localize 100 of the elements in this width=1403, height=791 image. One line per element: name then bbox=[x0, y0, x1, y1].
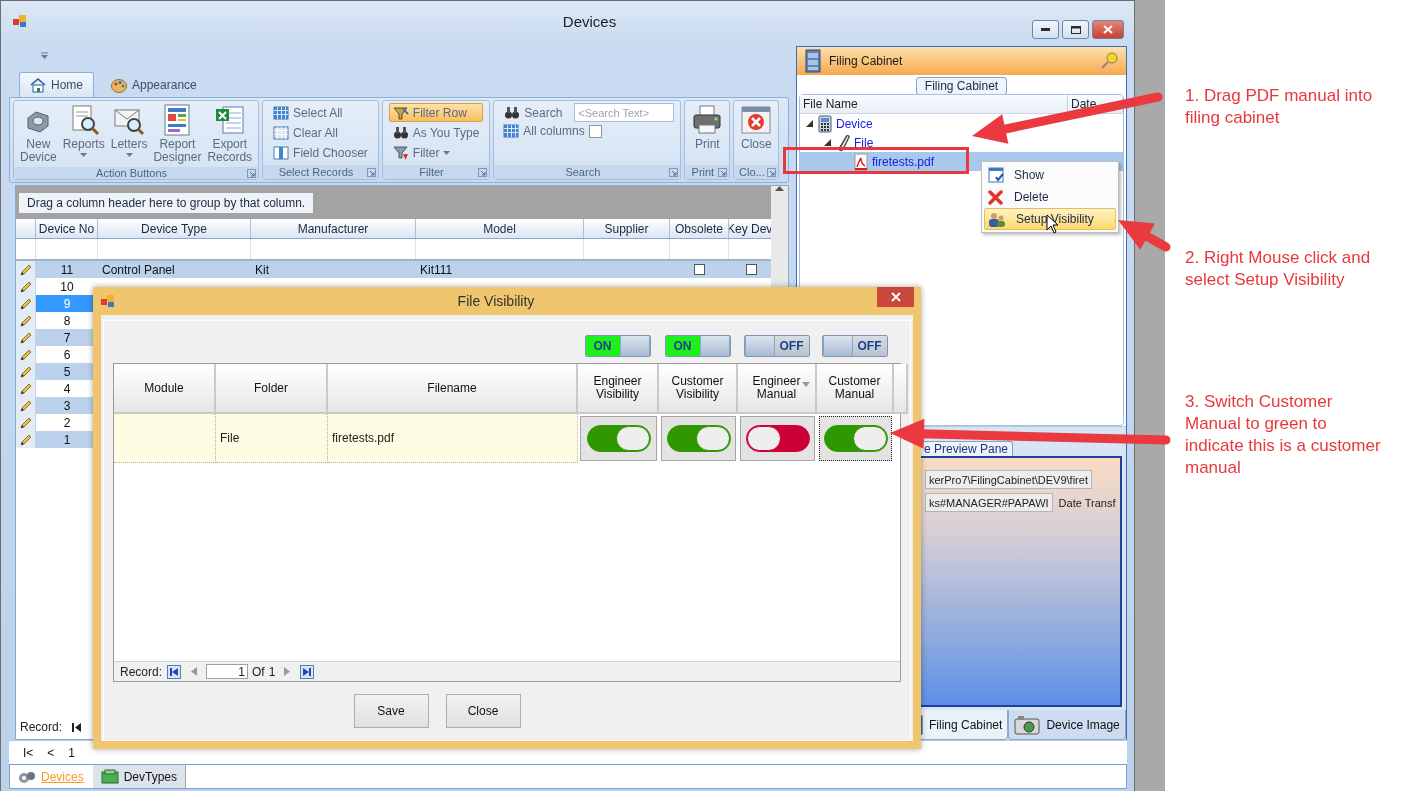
record-field[interactable]: 1 bbox=[206, 664, 249, 679]
annotation-text: 2. Right Mouse click and select Setup Visibility bbox=[1185, 247, 1372, 291]
ribbon-button[interactable]: Select All bbox=[269, 103, 372, 122]
checkbox[interactable] bbox=[588, 124, 602, 138]
column-header[interactable]: Model bbox=[416, 219, 584, 239]
camera-icon bbox=[1014, 714, 1041, 735]
previous-button[interactable]: < bbox=[47, 745, 55, 760]
last-record-button[interactable] bbox=[299, 663, 316, 680]
annotation-text: 3. Switch Customer Manual to green to indicate this is a customer manual bbox=[1185, 391, 1382, 479]
page-number[interactable]: 1 bbox=[68, 745, 76, 760]
table-cell: Control Panel bbox=[102, 262, 175, 277]
search-field[interactable]: <Search Text> bbox=[574, 103, 675, 122]
column-header[interactable]: Customer Manual bbox=[817, 364, 894, 414]
path-field[interactable]: kerPro7\FilingCabinet\DEV9\firet bbox=[925, 470, 1092, 489]
arrow bbox=[1118, 220, 1171, 252]
tree-item[interactable]: File bbox=[854, 135, 874, 150]
table-header-cell bbox=[16, 219, 36, 239]
group-title: Print bbox=[690, 166, 716, 178]
grid-icon bbox=[503, 123, 520, 139]
document-tab[interactable]: DevTypes bbox=[92, 765, 187, 788]
column-header[interactable]: Supplier bbox=[584, 219, 670, 239]
column-header[interactable]: Folder bbox=[216, 364, 328, 414]
toggle-switch[interactable]: OFF bbox=[821, 335, 888, 357]
table-row[interactable]: 11 Control Panel Kit Kit111 bbox=[16, 261, 771, 278]
close-button[interactable] bbox=[877, 287, 914, 307]
tree-item[interactable]: Device bbox=[836, 116, 873, 131]
column-header[interactable]: File Name bbox=[800, 95, 1068, 114]
dialog-button[interactable]: Close bbox=[445, 694, 521, 728]
close-button[interactable] bbox=[1092, 20, 1124, 39]
tree-item[interactable]: firetests.pdf bbox=[872, 154, 935, 169]
ribbon-tab[interactable]: Appearance bbox=[100, 72, 208, 97]
pdf-icon bbox=[854, 152, 868, 171]
caret-icon bbox=[80, 153, 88, 157]
ribbon-button[interactable]: Close bbox=[738, 102, 775, 153]
close-icon bbox=[740, 104, 773, 136]
last-icon bbox=[300, 664, 315, 679]
record-count: 1 bbox=[268, 664, 276, 679]
ribbon-button[interactable]: New Device bbox=[18, 102, 59, 166]
group-hint: Drag a column header here to group by that column. bbox=[19, 192, 314, 213]
panel-tab[interactable]: Device Image bbox=[1008, 710, 1126, 740]
ribbon-button[interactable]: Report Designer bbox=[151, 102, 204, 166]
annotation-text: 1. Drag PDF manual into filing cabinet bbox=[1185, 85, 1374, 129]
toggle-switch[interactable] bbox=[666, 425, 731, 452]
pencil-icon bbox=[18, 398, 33, 413]
column-header[interactable]: Module bbox=[114, 364, 216, 414]
ribbon-button[interactable]: Filter Row bbox=[388, 103, 484, 122]
table-cell-text: 3 bbox=[62, 397, 72, 414]
ribbon-button[interactable]: Clear All bbox=[269, 123, 372, 142]
toggle-switch[interactable] bbox=[823, 425, 888, 452]
ribbon-tab[interactable]: Home bbox=[19, 72, 94, 97]
option-label: All columns bbox=[523, 124, 585, 138]
pencil-icon bbox=[18, 262, 33, 277]
column-header[interactable]: Device Type bbox=[98, 219, 251, 239]
column-header[interactable]: Customer Visibility bbox=[659, 364, 738, 414]
paperclip-icon bbox=[836, 133, 850, 152]
toggle-switch[interactable]: OFF bbox=[743, 335, 810, 357]
table-cell-text: 8 bbox=[62, 312, 72, 329]
launcher-icon bbox=[366, 167, 376, 177]
column-header[interactable]: Filename bbox=[328, 364, 578, 414]
ribbon-button[interactable]: Letters bbox=[108, 102, 150, 159]
toggle-switch[interactable] bbox=[586, 425, 651, 452]
column-header[interactable]: Manufacturer bbox=[251, 219, 416, 239]
dialog-button[interactable]: Save bbox=[353, 694, 429, 728]
tree-row[interactable]: Device bbox=[800, 114, 1123, 133]
ribbon-button[interactable]: As You Type bbox=[388, 123, 484, 142]
ribbon-button[interactable]: Filter bbox=[388, 143, 484, 162]
maximize-button[interactable] bbox=[1062, 20, 1089, 39]
column-header[interactable]: Device No bbox=[36, 219, 98, 239]
first-button[interactable]: I< bbox=[23, 745, 34, 760]
minimize-button[interactable] bbox=[1032, 20, 1059, 39]
ribbon-button[interactable]: Print bbox=[689, 102, 726, 153]
search-button[interactable]: Search bbox=[500, 103, 567, 122]
expander-icon bbox=[823, 139, 831, 146]
table-cell-text: 1 bbox=[62, 431, 72, 448]
table-header-cell bbox=[894, 364, 908, 414]
column-header[interactable]: Engineer Visibility bbox=[578, 364, 659, 414]
checkbox[interactable] bbox=[694, 264, 705, 275]
first-record-button[interactable] bbox=[166, 663, 183, 680]
toggle-switch[interactable]: ON bbox=[664, 335, 731, 357]
tree-row[interactable]: File bbox=[800, 133, 1123, 152]
user-field[interactable]: ks#MANAGER#PAPAWI bbox=[925, 493, 1053, 512]
group-title: Search bbox=[564, 166, 602, 178]
ribbon-button[interactable]: Reports bbox=[60, 102, 107, 159]
checkbox[interactable] bbox=[746, 264, 757, 275]
table-cell: firetests.pdf bbox=[328, 414, 578, 463]
pencil-icon bbox=[18, 296, 33, 311]
column-header[interactable]: Engineer Manual bbox=[738, 364, 817, 414]
toggle-switch[interactable] bbox=[745, 425, 810, 452]
toggle-switch[interactable]: ON bbox=[584, 335, 651, 357]
menu-item[interactable]: Delete bbox=[984, 186, 1116, 208]
pencil-icon bbox=[18, 347, 33, 362]
group-label: e Preview Pane bbox=[919, 441, 1014, 456]
ribbon-button[interactable]: Export Records bbox=[205, 102, 255, 166]
grid-icon bbox=[273, 124, 290, 141]
first-icon bbox=[167, 664, 182, 679]
group-title: Action Buttons bbox=[95, 167, 168, 179]
ribbon-button[interactable]: Field Chooser bbox=[269, 143, 372, 162]
users-icon bbox=[988, 211, 1006, 227]
customize-icon bbox=[41, 51, 48, 59]
column-header[interactable]: Obsolete bbox=[670, 219, 729, 239]
